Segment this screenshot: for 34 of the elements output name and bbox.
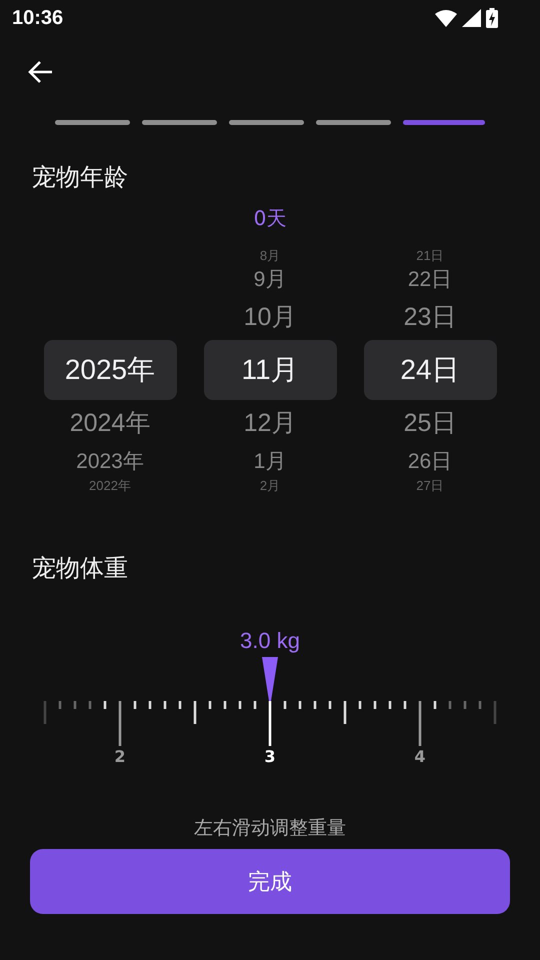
picker-option[interactable]: 1月: [254, 450, 286, 472]
ruler-label: 4: [414, 747, 426, 766]
status-time: 10:36: [12, 6, 64, 30]
picker-option[interactable]: 8月: [260, 248, 280, 262]
picker-option[interactable]: 22日: [408, 268, 452, 290]
picker-option[interactable]: 25日: [404, 410, 456, 436]
signal-icon: [462, 9, 481, 27]
done-button[interactable]: 完成: [30, 849, 510, 914]
picker-option[interactable]: 2023年: [76, 450, 144, 472]
ruler-label: 2: [114, 747, 126, 766]
picker-option[interactable]: 2月: [260, 478, 280, 492]
section-title: 宠物体重: [32, 553, 129, 584]
picker-option[interactable]: 2025年: [44, 340, 176, 400]
section-title: 宠物年龄: [32, 162, 129, 193]
back-arrow-icon: [28, 60, 54, 84]
picker-option[interactable]: 2024年: [70, 410, 150, 436]
picker-option[interactable]: 26日: [408, 450, 452, 472]
picker-option[interactable]: 9月: [254, 268, 286, 290]
picker-option[interactable]: 11月: [204, 340, 336, 400]
ruler-label: 3: [264, 747, 276, 766]
ruler-drawing[interactable]: [44, 701, 496, 746]
picker-option[interactable]: 12月: [244, 410, 296, 436]
picker-option[interactable]: 21日: [416, 248, 444, 262]
picker-option[interactable]: 2022年: [89, 478, 131, 492]
picker-option[interactable]: 27日: [416, 478, 444, 492]
wifi-icon: [435, 10, 457, 26]
battery-charging-icon: [486, 8, 498, 28]
picker-option[interactable]: 24日: [364, 340, 496, 400]
hint-text: 左右滑动调整重量: [193, 816, 347, 841]
weight-reading: 3.0 kg: [239, 628, 301, 654]
picker-option[interactable]: 10月: [244, 304, 296, 330]
picker-option[interactable]: 23日: [404, 304, 456, 330]
pointer-icon: [262, 657, 278, 701]
age-summary: 0天: [252, 205, 288, 232]
